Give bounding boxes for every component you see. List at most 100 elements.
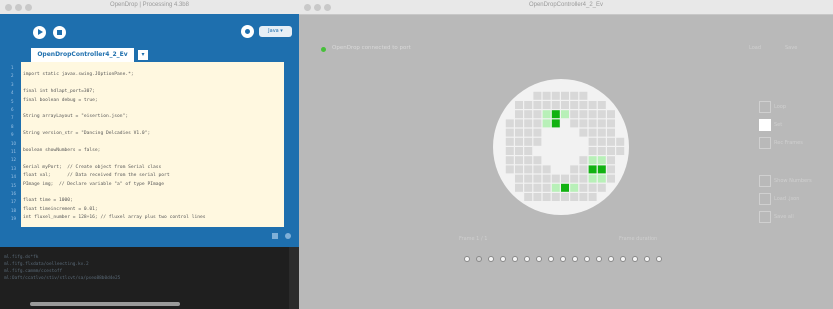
electrode-cell[interactable]: [579, 91, 588, 100]
show-numbers-checkbox[interactable]: [759, 175, 771, 187]
electrode-cell[interactable]: [524, 110, 533, 119]
frame-dot[interactable]: [644, 256, 650, 262]
electrode-cell[interactable]: [515, 119, 523, 128]
electrode-cell[interactable]: [533, 193, 542, 201]
electrode-cell[interactable]: [524, 128, 533, 137]
electrode-cell[interactable]: [597, 174, 606, 183]
code-editor[interactable]: import static javax.swing.JOptionPane.*;…: [21, 62, 284, 227]
electrode-cell[interactable]: [551, 91, 560, 100]
tab-sketch[interactable]: OpenDropController4_2_Ev: [31, 48, 134, 62]
electrode-cell[interactable]: [533, 119, 542, 128]
electrode-cell[interactable]: [542, 193, 551, 201]
electrode-cell[interactable]: [524, 174, 533, 183]
electrode-cell[interactable]: [524, 156, 533, 165]
electrode-cell[interactable]: [570, 183, 579, 192]
electrode-cell[interactable]: [588, 174, 597, 183]
console-icon[interactable]: [272, 233, 278, 239]
frame-dot[interactable]: [476, 256, 482, 262]
electrode-cell[interactable]: [524, 119, 533, 128]
electrode-cell[interactable]: [579, 193, 588, 201]
electrode-cell[interactable]: [561, 110, 569, 119]
electrode-cell[interactable]: [505, 128, 514, 137]
electrode-cell[interactable]: [597, 165, 606, 174]
save-button[interactable]: Save: [785, 45, 797, 51]
electrode-cell[interactable]: [542, 119, 551, 128]
frame-dot[interactable]: [632, 256, 638, 262]
electrode-cell[interactable]: [505, 147, 514, 155]
save-all-checkbox[interactable]: [759, 211, 771, 223]
electrode-cell[interactable]: [616, 137, 625, 146]
electrode-cell[interactable]: [551, 193, 560, 201]
electrode-cell[interactable]: [533, 165, 542, 174]
electrode-cell[interactable]: [515, 174, 523, 183]
electrode-cell[interactable]: [597, 110, 606, 119]
frame-dot[interactable]: [572, 256, 578, 262]
electrode-cell[interactable]: [579, 183, 588, 192]
electrode-cell[interactable]: [570, 119, 579, 128]
electrode-cell[interactable]: [597, 101, 606, 109]
electrode-cell[interactable]: [579, 110, 588, 119]
electrode-cell[interactable]: [515, 183, 523, 192]
electrode-cell[interactable]: [579, 128, 588, 137]
electrode-cell[interactable]: [515, 137, 523, 146]
electrode-cell[interactable]: [551, 174, 560, 183]
frame-dot[interactable]: [620, 256, 626, 262]
electrode-cell[interactable]: [570, 193, 579, 201]
frame-dot[interactable]: [500, 256, 506, 262]
electrode-cell[interactable]: [588, 110, 597, 119]
electrode-cell[interactable]: [533, 101, 542, 109]
electrode-cell[interactable]: [588, 128, 597, 137]
frame-dot[interactable]: [584, 256, 590, 262]
frame-dot[interactable]: [596, 256, 602, 262]
frame-dot[interactable]: [548, 256, 554, 262]
electrode-cell[interactable]: [607, 147, 615, 155]
electrode-cell[interactable]: [505, 165, 514, 174]
electrode-cell[interactable]: [597, 183, 606, 192]
electrode-cell[interactable]: [524, 165, 533, 174]
electrode-cell[interactable]: [607, 110, 615, 119]
electrode-cell[interactable]: [524, 101, 533, 109]
electrode-cell[interactable]: [542, 174, 551, 183]
frame-dot[interactable]: [524, 256, 530, 262]
electrode-cell[interactable]: [579, 101, 588, 109]
electrode-cell[interactable]: [533, 174, 542, 183]
electrode-cell[interactable]: [597, 156, 606, 165]
errors-icon[interactable]: [285, 233, 291, 239]
electrode-cell[interactable]: [524, 137, 533, 146]
electrode-cell[interactable]: [570, 110, 579, 119]
electrode-cell[interactable]: [533, 137, 542, 146]
electrode-cell[interactable]: [542, 165, 551, 174]
electrode-cell[interactable]: [551, 119, 560, 128]
electrode-cell[interactable]: [505, 119, 514, 128]
electrode-cell[interactable]: [561, 91, 569, 100]
electrode-cell[interactable]: [561, 101, 569, 109]
electrode-cell[interactable]: [579, 165, 588, 174]
electrode-cell[interactable]: [570, 174, 579, 183]
electrode-cell[interactable]: [607, 119, 615, 128]
electrode-cell[interactable]: [505, 137, 514, 146]
electrode-cell[interactable]: [570, 165, 579, 174]
electrode-cell[interactable]: [588, 165, 597, 174]
electrode-cell[interactable]: [524, 183, 533, 192]
frame-dot[interactable]: [512, 256, 518, 262]
electrode-cell[interactable]: [588, 156, 597, 165]
electrode-cell[interactable]: [515, 165, 523, 174]
mode-selector[interactable]: Java ▾: [259, 26, 292, 37]
electrode-cell[interactable]: [542, 101, 551, 109]
debug-button[interactable]: [241, 25, 254, 38]
electrode-cell[interactable]: [607, 165, 615, 174]
console-output[interactable]: ml.fifg.ds*fk ml.fifg.flxdata/oelleecting…: [0, 247, 289, 309]
electrode-cell[interactable]: [542, 110, 551, 119]
electrode-cell[interactable]: [542, 91, 551, 100]
frame-dot[interactable]: [608, 256, 614, 262]
electrode-cell[interactable]: [551, 183, 560, 192]
load-json-checkbox[interactable]: [759, 193, 771, 205]
electrode-cell[interactable]: [515, 128, 523, 137]
electrode-cell[interactable]: [570, 101, 579, 109]
stop-button[interactable]: [53, 26, 66, 39]
electrode-cell[interactable]: [607, 174, 615, 183]
frame-dot[interactable]: [656, 256, 662, 262]
electrode-cell[interactable]: [542, 183, 551, 192]
electrode-cell[interactable]: [551, 110, 560, 119]
electrode-cell[interactable]: [588, 147, 597, 155]
